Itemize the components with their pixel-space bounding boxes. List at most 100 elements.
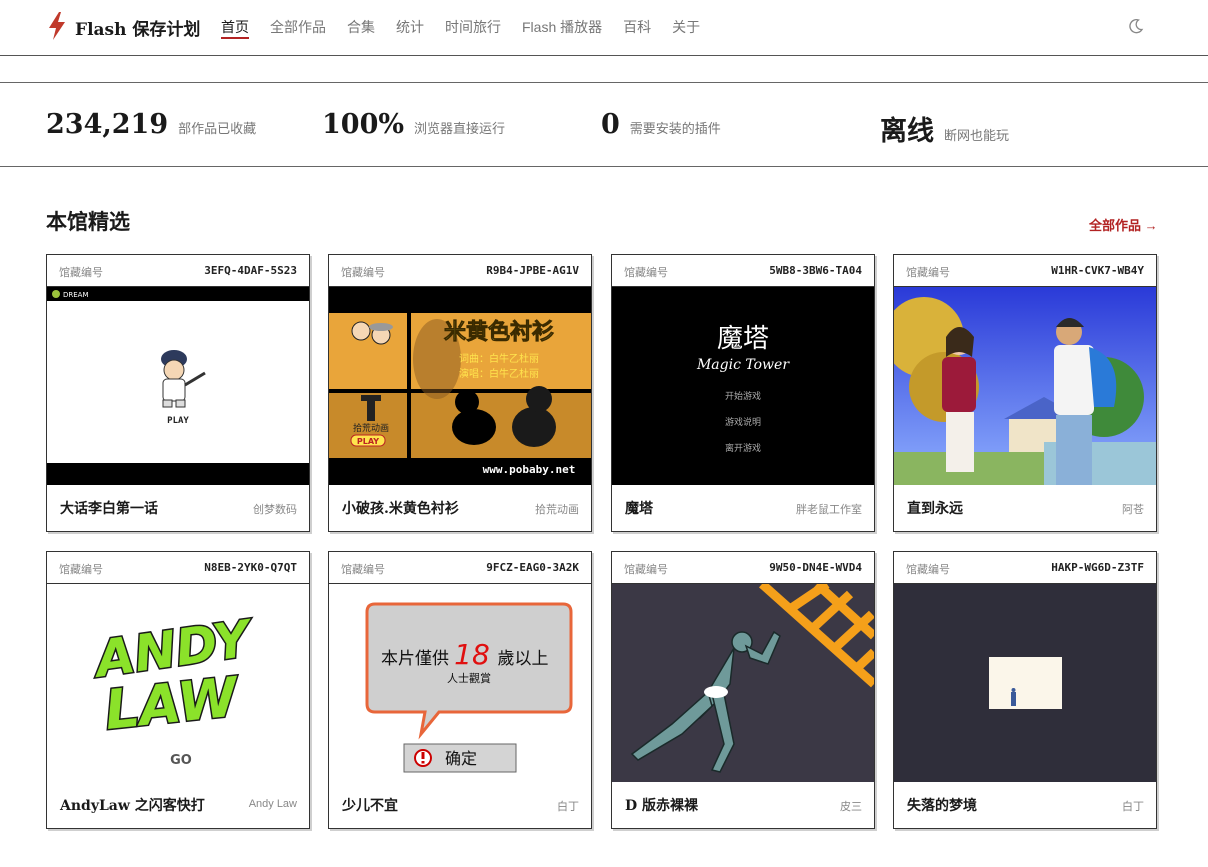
stat-label: 需要安装的插件 — [629, 121, 721, 136]
thumb-play-text: PLAY — [167, 416, 189, 426]
collection-id: R9B4-JPBE-AG1V — [486, 264, 579, 277]
card-header: 馆藏编号 W1HR-CVK7-WB4Y — [894, 255, 1156, 287]
work-author[interactable]: Andy Law — [249, 798, 297, 810]
stat-label: 部作品已收藏 — [178, 121, 257, 136]
collection-id-label: 馆藏编号 — [59, 564, 103, 576]
collection-id-label: 馆藏编号 — [906, 267, 950, 279]
collection-id: N8EB-2YK0-Q7QT — [204, 561, 297, 574]
work-author[interactable]: 胖老鼠工作室 — [796, 501, 862, 517]
work-title[interactable]: 少儿不宜 — [342, 795, 398, 815]
work-card[interactable]: 馆藏编号 HAKP-WG6D-Z3TF 失落的梦境 白丁 — [893, 551, 1157, 829]
stat-value: 0 — [601, 109, 620, 140]
work-title[interactable]: 直到永远 — [907, 498, 963, 518]
collection-id: 9FCZ-EAG0-3A2K — [486, 561, 579, 574]
collection-id: HAKP-WG6D-Z3TF — [1051, 561, 1144, 574]
stat-offline: 离线 断网也能玩 — [880, 109, 1009, 148]
thumb-title-text: 魔塔 — [717, 324, 769, 354]
thumb-menu-start: 开始游戏 — [725, 390, 761, 402]
work-card[interactable]: 馆藏编号 9FCZ-EAG0-3A2K 本片僅供 18 歲以上 人士觀賞 确定 … — [328, 551, 592, 829]
work-author[interactable]: 阿苍 — [1122, 501, 1144, 517]
thumb-url-text: www.pobaby.net — [483, 463, 576, 476]
collection-id: W1HR-CVK7-WB4Y — [1051, 264, 1144, 277]
header-spacer-band — [0, 56, 1208, 83]
nav-wiki[interactable]: 百科 — [623, 0, 651, 40]
work-title[interactable]: 失落的梦境 — [907, 795, 977, 815]
work-card[interactable]: 馆藏编号 R9B4-JPBE-AG1V 米黄色衬衫 词曲：白牛乙杜丽 演唱：白牛… — [328, 254, 592, 532]
nav-flash-player[interactable]: Flash 播放器 — [522, 0, 602, 40]
stat-label: 浏览器直接运行 — [414, 121, 506, 136]
work-card[interactable]: 馆藏编号 3EFQ-4DAF-5S23 DREAM PLAY 大话李白第一话 创… — [46, 254, 310, 532]
stat-collected: 234,219 部作品已收藏 — [46, 109, 256, 140]
work-card[interactable]: 馆藏编号 9W50-DN4E-WVD4 D 版赤裸裸 皮三 — [611, 551, 875, 829]
work-author[interactable]: 拾荒动画 — [535, 501, 579, 517]
work-author[interactable]: 白丁 — [1122, 798, 1144, 814]
work-thumbnail[interactable]: 本片僅供 18 歲以上 人士觀賞 确定 — [329, 584, 591, 782]
stats-bar: 234,219 部作品已收藏 100% 浏览器直接运行 0 需要安装的插件 离线… — [0, 83, 1208, 167]
card-header: 馆藏编号 9W50-DN4E-WVD4 — [612, 552, 874, 584]
collection-id-label: 馆藏编号 — [624, 564, 668, 576]
nav-home[interactable]: 首页 — [221, 0, 249, 39]
work-thumbnail[interactable]: ANDY LAW GO — [47, 584, 309, 782]
work-title[interactable]: 大话李白第一话 — [60, 498, 158, 518]
thumb-menu-exit: 离开游戏 — [725, 442, 761, 454]
card-header: 馆藏编号 N8EB-2YK0-Q7QT — [47, 552, 309, 584]
site-brand[interactable]: Flash 保存计划 — [75, 15, 200, 40]
nav-all-works[interactable]: 全部作品 — [270, 0, 326, 40]
card-header: 馆藏编号 HAKP-WG6D-Z3TF — [894, 552, 1156, 584]
stat-label: 断网也能玩 — [944, 128, 1010, 143]
work-thumbnail[interactable] — [612, 584, 874, 782]
thumb-subtitle-text: Magic Tower — [696, 357, 790, 373]
dark-mode-moon-icon[interactable] — [1128, 18, 1144, 34]
work-title[interactable]: AndyLaw 之闪客快打 — [60, 795, 205, 815]
top-navigation-bar: Flash 保存计划 首页 全部作品 合集 统计 时间旅行 Flash 播放器 … — [0, 0, 1208, 56]
stat-value: 100% — [322, 109, 405, 140]
card-header: 馆藏编号 5WB8-3BW6-TA04 — [612, 255, 874, 287]
work-thumbnail[interactable] — [894, 584, 1156, 782]
work-card[interactable]: 馆藏编号 N8EB-2YK0-Q7QT ANDY LAW GO AndyLaw … — [46, 551, 310, 829]
collection-id-label: 馆藏编号 — [341, 564, 385, 576]
thumb-menu-help: 游戏说明 — [725, 416, 761, 428]
work-author[interactable]: 皮三 — [840, 798, 862, 814]
stat-browser-run: 100% 浏览器直接运行 — [322, 109, 505, 140]
all-works-link[interactable]: 全部作品 → — [1089, 215, 1158, 234]
card-header: 馆藏编号 9FCZ-EAG0-3A2K — [329, 552, 591, 584]
work-title[interactable]: D 版赤裸裸 — [625, 795, 698, 815]
work-thumbnail[interactable] — [894, 287, 1156, 485]
thumb-studio-text: 拾荒动画 — [353, 422, 389, 434]
nav-time-travel[interactable]: 时间旅行 — [445, 0, 501, 40]
collection-id-label: 馆藏编号 — [341, 267, 385, 279]
thumb-logo-text: DREAM — [63, 291, 89, 299]
card-header: 馆藏编号 3EFQ-4DAF-5S23 — [47, 255, 309, 287]
thumb-warning-suffix: 歲以上 — [498, 649, 549, 669]
work-thumbnail[interactable]: 魔塔 Magic Tower 开始游戏 游戏说明 离开游戏 — [612, 287, 874, 485]
stat-value: 234,219 — [46, 109, 169, 140]
collection-id: 9W50-DN4E-WVD4 — [769, 561, 862, 574]
thumb-go-text: GO — [170, 753, 192, 768]
nav-statistics[interactable]: 统计 — [396, 0, 424, 40]
collection-id-label: 馆藏编号 — [624, 267, 668, 279]
work-card[interactable]: 馆藏编号 W1HR-CVK7-WB4Y 直到永远 阿苍 — [893, 254, 1157, 532]
thumb-warning-age: 18 — [454, 638, 490, 671]
nav-about[interactable]: 关于 — [672, 0, 700, 40]
work-title[interactable]: 魔塔 — [625, 498, 653, 518]
work-card[interactable]: 馆藏编号 5WB8-3BW6-TA04 魔塔 Magic Tower 开始游戏 … — [611, 254, 875, 532]
thumb-title-text: 米黄色衬衫 — [444, 319, 554, 345]
work-thumbnail[interactable]: DREAM PLAY — [47, 287, 309, 485]
work-thumbnail[interactable]: 米黄色衬衫 词曲：白牛乙杜丽 演唱：白牛乙杜丽 拾荒动画 PLAY www.po… — [329, 287, 591, 485]
collection-id-label: 馆藏编号 — [59, 267, 103, 279]
collection-id: 5WB8-3BW6-TA04 — [769, 264, 862, 277]
thumb-confirm-button-text: 确定 — [445, 749, 477, 768]
collection-id-label: 馆藏编号 — [906, 564, 950, 576]
work-author[interactable]: 白丁 — [557, 798, 579, 814]
thumb-warning-note: 人士觀賞 — [447, 672, 491, 685]
thumb-play-text: PLAY — [357, 437, 379, 446]
collection-id: 3EFQ-4DAF-5S23 — [204, 264, 297, 277]
work-title[interactable]: 小破孩.米黄色衬衫 — [342, 498, 459, 518]
lightning-bolt-logo-icon[interactable] — [44, 11, 70, 41]
card-header: 馆藏编号 R9B4-JPBE-AG1V — [329, 255, 591, 287]
stat-value: 离线 — [880, 116, 934, 147]
nav-collections[interactable]: 合集 — [347, 0, 375, 40]
main-nav: 首页 全部作品 合集 统计 时间旅行 Flash 播放器 百科 关于 — [221, 0, 721, 56]
thumb-warning-prefix: 本片僅供 — [381, 649, 449, 669]
work-author[interactable]: 创梦数码 — [253, 501, 297, 517]
